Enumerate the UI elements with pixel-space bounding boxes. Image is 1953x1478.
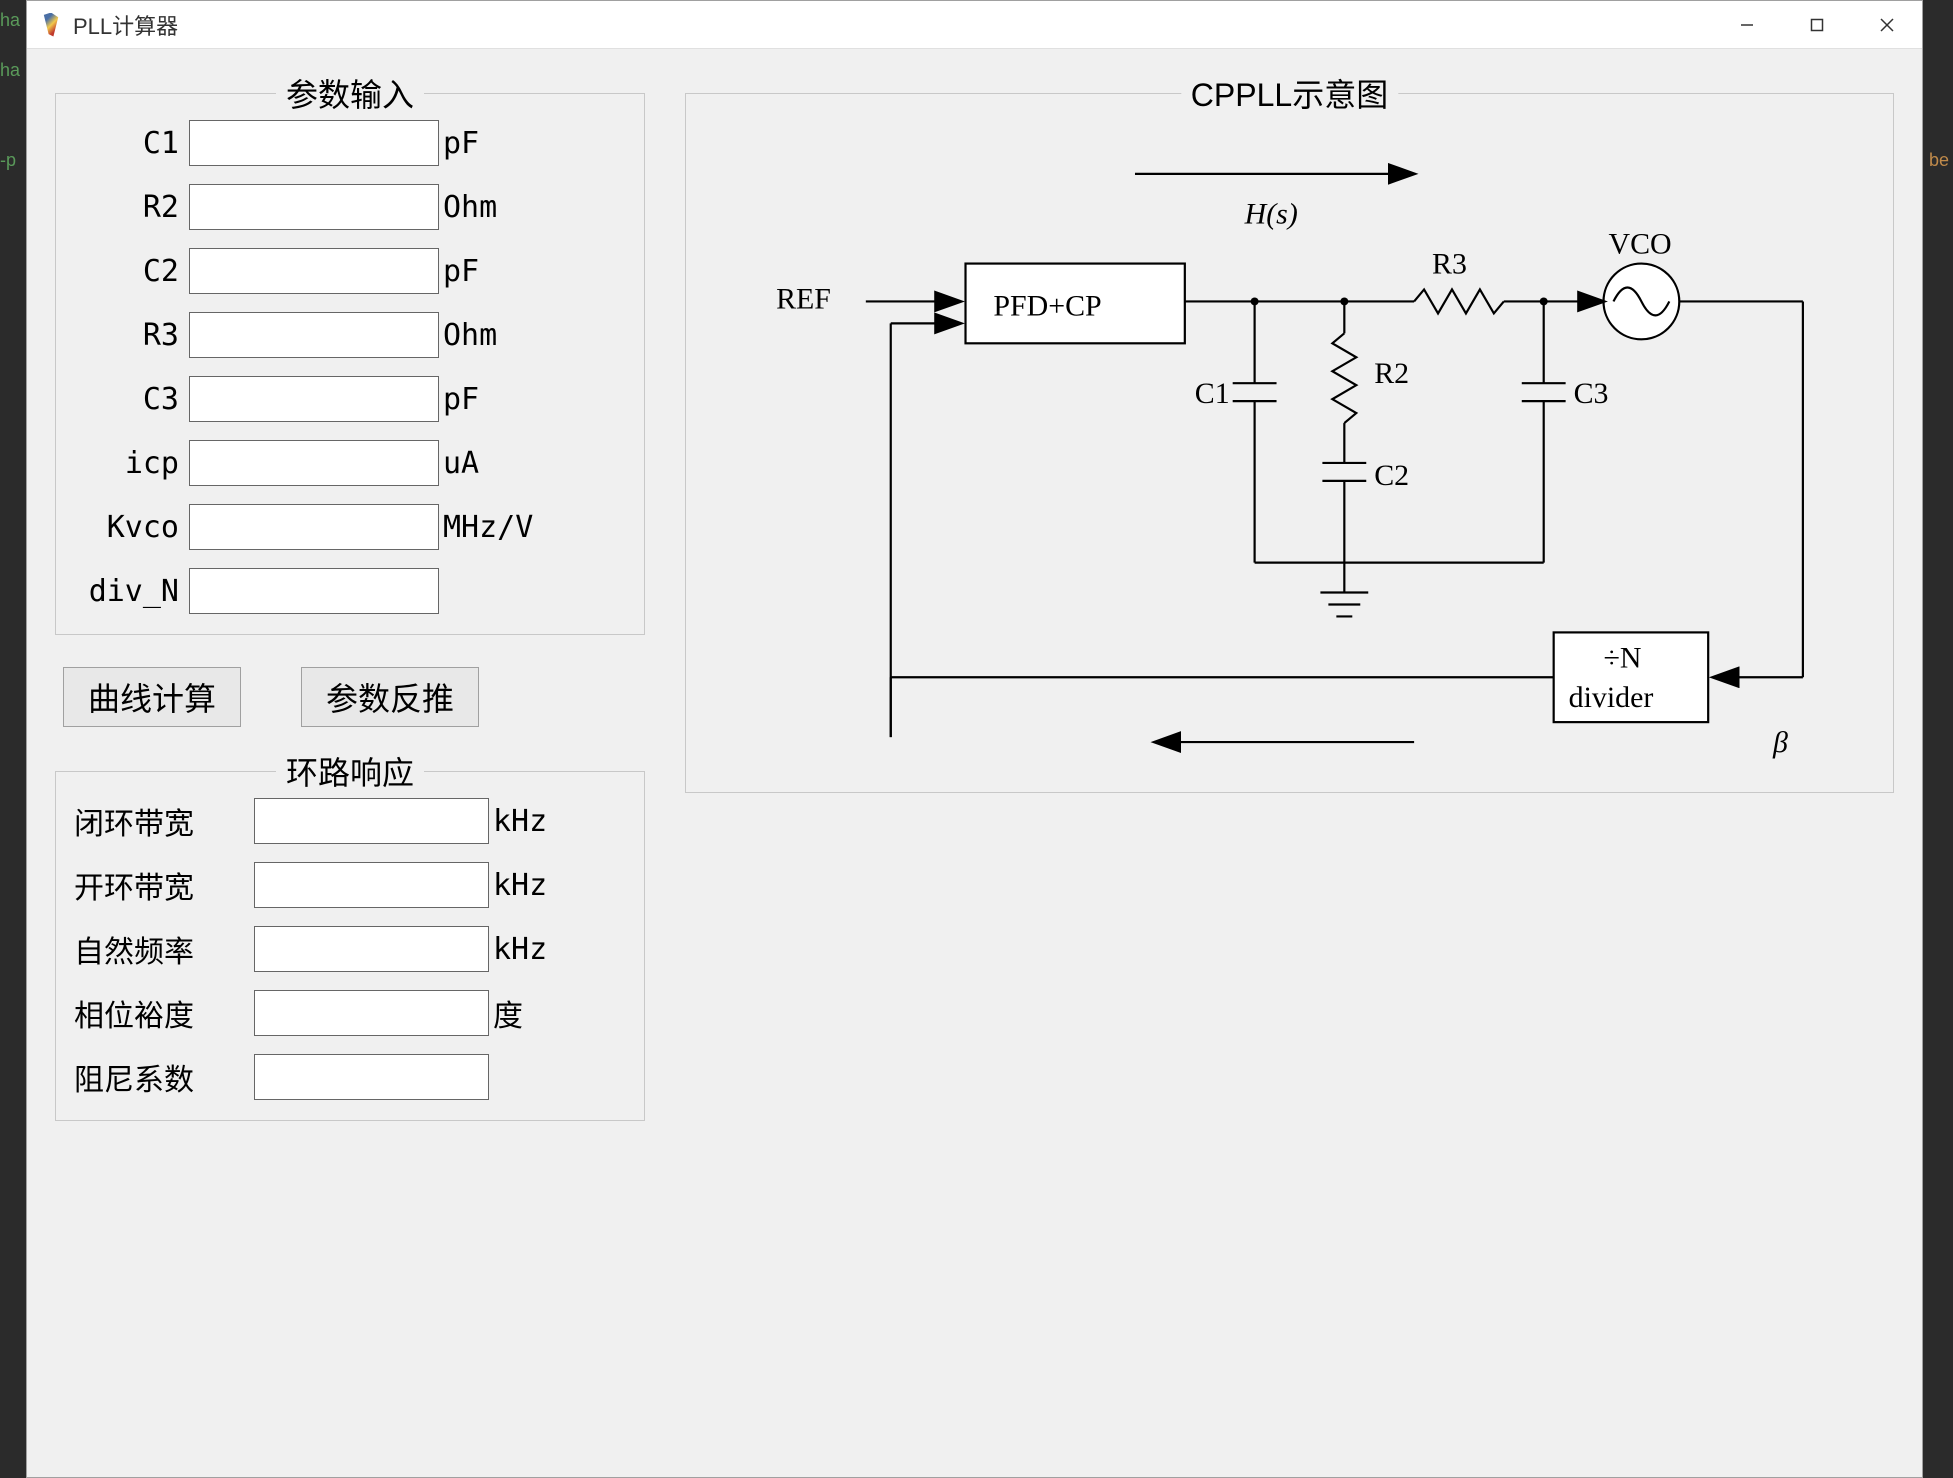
response-input-1[interactable] [254, 862, 489, 908]
response-input-2[interactable] [254, 926, 489, 972]
param-row: R2 Ohm [74, 184, 626, 230]
svg-text:REF: REF [776, 282, 831, 315]
svg-text:VCO: VCO [1609, 228, 1672, 261]
param-row: C1 pF [74, 120, 626, 166]
param-unit: MHz/V [439, 510, 533, 545]
close-button[interactable] [1852, 1, 1922, 49]
response-unit: kHz [489, 804, 547, 839]
response-row: 阻尼系数 [74, 1054, 626, 1100]
param-label: C3 [74, 382, 189, 417]
response-unit: kHz [489, 932, 547, 967]
response-group: 环路响应 闭环带宽kHz开环带宽kHz自然频率kHz相位裕度度阻尼系数 [55, 771, 645, 1121]
param-row: C3 pF [74, 376, 626, 422]
minimize-button[interactable] [1712, 1, 1782, 49]
content-area: 参数输入 C1 pF R2 Ohm C2 pF R3 Ohm C3 pF icp uA Kvco MHz/… [27, 49, 1922, 1477]
response-row: 开环带宽 kHz [74, 862, 626, 908]
param-label: C2 [74, 254, 189, 289]
svg-text:H(s): H(s) [1244, 198, 1298, 231]
param-input-div_n[interactable] [189, 568, 439, 614]
response-input-0[interactable] [254, 798, 489, 844]
param-row: Kvco MHz/V [74, 504, 626, 550]
diagram-title: CPPLL示意图 [1181, 70, 1398, 116]
params-title: 参数输入 [276, 70, 424, 116]
param-input-r3[interactable] [189, 312, 439, 358]
param-input-kvco[interactable] [189, 504, 439, 550]
response-label: 相位裕度 [74, 991, 254, 1035]
button-row: 曲线计算 参数反推 [63, 667, 645, 727]
param-label: C1 [74, 126, 189, 161]
param-label: icp [74, 446, 189, 481]
param-input-c1[interactable] [189, 120, 439, 166]
param-row: R3 Ohm [74, 312, 626, 358]
svg-text:÷N: ÷N [1604, 641, 1642, 674]
app-icon [39, 13, 63, 37]
response-row: 闭环带宽 kHz [74, 798, 626, 844]
svg-text:PFD+CP: PFD+CP [993, 289, 1101, 322]
maximize-button[interactable] [1782, 1, 1852, 49]
response-row: 相位裕度 度 [74, 990, 626, 1036]
param-input-c2[interactable] [189, 248, 439, 294]
svg-text:R2: R2 [1374, 357, 1409, 390]
response-input-3[interactable] [254, 990, 489, 1036]
param-label: R3 [74, 318, 189, 353]
diagram-group: CPPLL示意图 H(s) REF PFD+CP [685, 93, 1894, 793]
svg-text:C3: C3 [1574, 377, 1609, 410]
response-label: 阻尼系数 [74, 1055, 254, 1099]
param-label: Kvco [74, 510, 189, 545]
svg-text:R3: R3 [1432, 248, 1467, 281]
param-row: div_N [74, 568, 626, 614]
response-label: 闭环带宽 [74, 799, 254, 843]
app-window: PLL计算器 参数输入 C1 pF R2 Ohm C2 pF R3 Ohm C3 pF icp uA K… [26, 0, 1923, 1478]
svg-text:divider: divider [1569, 681, 1654, 714]
calc-button[interactable]: 曲线计算 [63, 667, 241, 727]
response-input-4[interactable] [254, 1054, 489, 1100]
pll-schematic: H(s) REF PFD+CP [716, 124, 1863, 762]
param-unit: pF [439, 126, 479, 161]
svg-text:C1: C1 [1195, 377, 1230, 410]
svg-text:C2: C2 [1374, 459, 1409, 492]
params-group: 参数输入 C1pFR2OhmC2pFR3OhmC3pFicpuAKvcoMHz/… [55, 93, 645, 635]
titlebar: PLL计算器 [27, 1, 1922, 49]
response-row: 自然频率 kHz [74, 926, 626, 972]
response-unit: kHz [489, 868, 547, 903]
param-input-c3[interactable] [189, 376, 439, 422]
param-input-icp[interactable] [189, 440, 439, 486]
param-label: div_N [74, 574, 189, 609]
param-row: C2 pF [74, 248, 626, 294]
response-label: 开环带宽 [74, 863, 254, 907]
svg-text:β: β [1772, 726, 1788, 759]
response-title: 环路响应 [276, 748, 424, 794]
param-unit: pF [439, 254, 479, 289]
param-row: icp uA [74, 440, 626, 486]
param-unit: pF [439, 382, 479, 417]
param-unit: Ohm [439, 318, 497, 353]
invert-button[interactable]: 参数反推 [301, 667, 479, 727]
param-unit: uA [439, 446, 479, 481]
param-unit: Ohm [439, 190, 497, 225]
response-unit: 度 [489, 991, 523, 1035]
param-label: R2 [74, 190, 189, 225]
window-title: PLL计算器 [73, 9, 178, 41]
param-input-r2[interactable] [189, 184, 439, 230]
response-label: 自然频率 [74, 927, 254, 971]
